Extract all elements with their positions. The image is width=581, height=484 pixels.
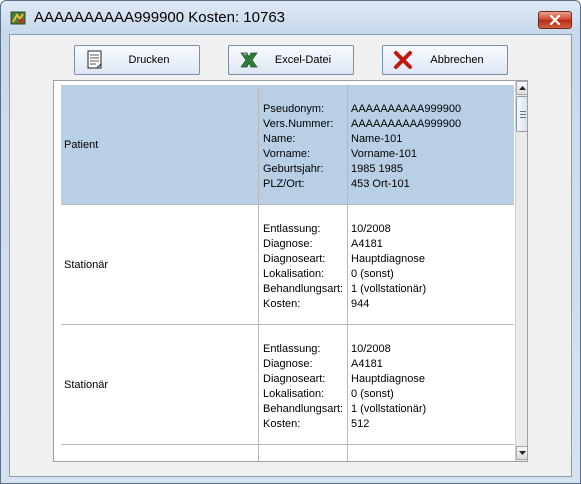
field-label: Geburtsjahr: xyxy=(263,163,324,175)
print-button[interactable]: Drucken xyxy=(74,45,200,75)
field-label: PLZ/Ort: xyxy=(263,178,305,190)
field-value: Vorname-101 xyxy=(351,148,418,160)
field-label: Kosten: xyxy=(263,298,301,310)
table-row-stationaer[interactable]: Stationär Entlassung: Diagnose: Diagnose… xyxy=(61,205,514,325)
print-document-icon xyxy=(87,50,102,69)
field-value: A4181 xyxy=(351,238,383,250)
field-label: Entlassung: xyxy=(263,343,321,355)
cancel-button[interactable]: Abbrechen xyxy=(382,45,508,75)
field-names-cell: Entlassung: Diagnose: Diagnoseart: Lokal… xyxy=(259,325,348,444)
field-label: Entlassung: xyxy=(263,223,321,235)
field-names-cell xyxy=(259,445,348,461)
dialog-content: Drucken Excel-Datei Abbrechen Patient Ps… xyxy=(9,34,572,477)
field-label: Diagnose: xyxy=(263,358,313,370)
excel-export-button[interactable]: Excel-Datei xyxy=(228,45,354,75)
window-title: AAAAAAAAAA999900 Kosten: 10763 xyxy=(34,9,286,26)
table-grid: Patient Pseudonym: Vers.Nummer: Name: Vo… xyxy=(61,85,514,461)
field-value: Hauptdiagnose xyxy=(351,253,426,265)
excel-button-label: Excel-Datei xyxy=(274,54,332,66)
field-value: 512 xyxy=(351,418,370,430)
field-value: AAAAAAAAAA999900 xyxy=(351,118,462,130)
field-values-cell: 10/2008 A4181 Hauptdiagnose 0 (sonst) 1 … xyxy=(348,325,514,444)
field-values-cell: AAAAAAAAAA999900 AAAAAAAAAA999900 Name-1… xyxy=(348,85,514,204)
field-label: Diagnose: xyxy=(263,238,313,250)
details-table[interactable]: Patient Pseudonym: Vers.Nummer: Name: Vo… xyxy=(53,80,528,462)
field-label: Pseudonym: xyxy=(263,103,325,115)
category-cell: Stationär xyxy=(61,205,259,324)
close-icon xyxy=(549,15,561,25)
cancel-x-icon xyxy=(394,51,412,69)
category-cell: Stationär xyxy=(61,325,259,444)
field-values-cell xyxy=(348,445,514,461)
field-value: 0 (sonst) xyxy=(351,268,394,280)
field-value: 1 (vollstationär) xyxy=(351,403,427,415)
scroll-down-button[interactable] xyxy=(516,446,527,460)
field-label: Vers.Nummer: xyxy=(263,118,334,130)
print-button-label: Drucken xyxy=(128,54,170,66)
field-label: Lokalisation: xyxy=(263,388,325,400)
scrollbar-thumb[interactable] xyxy=(516,96,527,132)
field-value: 453 Ort-101 xyxy=(351,178,410,190)
field-label: Name: xyxy=(263,133,296,145)
field-value: AAAAAAAAAA999900 xyxy=(351,103,462,115)
title-bar[interactable]: AAAAAAAAAA999900 Kosten: 10763 xyxy=(1,1,580,33)
arrow-up-icon xyxy=(519,86,526,90)
table-row-stationaer[interactable]: Stationär Entlassung: Diagnose: Diagnose… xyxy=(61,325,514,445)
field-value: Hauptdiagnose xyxy=(351,373,426,385)
field-label: Kosten: xyxy=(263,418,301,430)
field-names-cell: Pseudonym: Vers.Nummer: Name: Vorname: G… xyxy=(259,85,348,204)
field-label: Behandlungsart: xyxy=(263,403,344,415)
field-values-cell: 10/2008 A4181 Hauptdiagnose 0 (sonst) 1 … xyxy=(348,205,514,324)
category-cell xyxy=(61,445,259,461)
cancel-button-label: Abbrechen xyxy=(430,54,484,66)
field-label: Behandlungsart: xyxy=(263,283,344,295)
category-cell: Patient xyxy=(61,85,259,204)
field-value: 10/2008 xyxy=(351,223,391,235)
field-value: 10/2008 xyxy=(351,343,391,355)
field-label: Diagnoseart: xyxy=(263,373,326,385)
arrow-down-icon xyxy=(519,451,526,455)
vertical-scrollbar[interactable] xyxy=(515,81,527,461)
field-names-cell: Entlassung: Diagnose: Diagnoseart: Lokal… xyxy=(259,205,348,324)
field-value: 944 xyxy=(351,298,370,310)
dialog-window: AAAAAAAAAA999900 Kosten: 10763 Drucken E… xyxy=(0,0,581,484)
field-value: 1 (vollstationär) xyxy=(351,283,427,295)
field-label: Diagnoseart: xyxy=(263,253,326,265)
field-value: A4181 xyxy=(351,358,383,370)
table-row-patient[interactable]: Patient Pseudonym: Vers.Nummer: Name: Vo… xyxy=(61,85,514,205)
table-row-partial[interactable] xyxy=(61,445,514,461)
field-value: 0 (sonst) xyxy=(351,388,394,400)
field-label: Lokalisation: xyxy=(263,268,325,280)
scroll-up-button[interactable] xyxy=(516,81,527,95)
field-value: Name-101 xyxy=(351,133,403,145)
application-icon xyxy=(10,11,26,25)
close-button[interactable] xyxy=(538,11,572,29)
field-label: Vorname: xyxy=(263,148,311,160)
field-value: 1985 1985 xyxy=(351,163,403,175)
excel-icon xyxy=(240,52,258,68)
